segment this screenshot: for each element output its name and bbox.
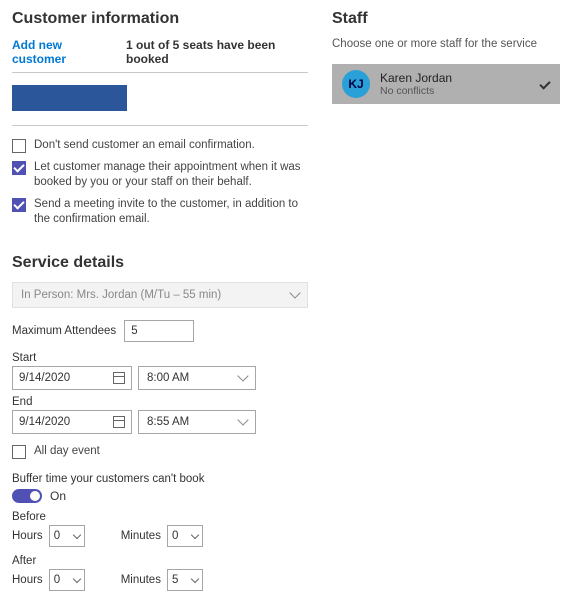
chevron-down-icon: [237, 370, 248, 381]
after-minutes-select[interactable]: 5: [167, 569, 203, 591]
all-day-label: All day event: [34, 444, 100, 460]
check-icon: [539, 78, 550, 89]
send-meeting-label: Send a meeting invite to the customer, i…: [34, 197, 308, 228]
start-label: Start: [12, 352, 308, 364]
calendar-icon: [113, 372, 125, 384]
customer-chip[interactable]: [12, 85, 127, 111]
start-date-value: 9/14/2020: [19, 372, 70, 384]
end-date-value: 9/14/2020: [19, 416, 70, 428]
divider: [12, 125, 308, 126]
end-date-input[interactable]: 9/14/2020: [12, 410, 132, 434]
chevron-down-icon: [289, 287, 300, 298]
staff-subtext: Choose one or more staff for the service: [332, 38, 560, 50]
start-date-input[interactable]: 9/14/2020: [12, 366, 132, 390]
customer-info-heading: Customer information: [12, 10, 308, 28]
staff-name: Karen Jordan: [380, 71, 530, 85]
buffer-label: Buffer time your customers can't book: [12, 473, 308, 485]
dont-send-email-label: Don't send customer an email confirmatio…: [34, 138, 255, 154]
max-attendees-label: Maximum Attendees: [12, 325, 116, 337]
let-manage-label: Let customer manage their appointment wh…: [34, 160, 308, 191]
after-label: After: [12, 555, 308, 567]
hours-label: Hours: [12, 530, 43, 542]
before-hours-value: 0: [54, 530, 60, 542]
chevron-down-icon: [191, 575, 199, 583]
chevron-down-icon: [72, 575, 80, 583]
chevron-down-icon: [237, 414, 248, 425]
after-hours-select[interactable]: 0: [49, 569, 85, 591]
all-day-checkbox[interactable]: [12, 445, 26, 459]
chevron-down-icon: [72, 531, 80, 539]
send-meeting-checkbox[interactable]: [12, 198, 26, 212]
end-label: End: [12, 396, 308, 408]
service-select-value: In Person: Mrs. Jordan (M/Tu – 55 min): [21, 289, 221, 301]
staff-heading: Staff: [332, 10, 560, 28]
minutes-label: Minutes: [121, 530, 161, 542]
dont-send-email-checkbox[interactable]: [12, 139, 26, 153]
before-label: Before: [12, 511, 308, 523]
staff-status: No conflicts: [380, 85, 530, 97]
avatar: KJ: [342, 70, 370, 98]
before-hours-select[interactable]: 0: [49, 525, 85, 547]
after-minutes-value: 5: [172, 574, 178, 586]
max-attendees-input[interactable]: 5: [124, 320, 194, 342]
max-attendees-value: 5: [131, 325, 137, 337]
service-details-heading: Service details: [12, 254, 308, 272]
calendar-icon: [113, 416, 125, 428]
start-time-value: 8:00 AM: [147, 372, 189, 384]
buffer-toggle[interactable]: [12, 489, 42, 503]
before-minutes-select[interactable]: 0: [167, 525, 203, 547]
start-time-select[interactable]: 8:00 AM: [138, 366, 256, 390]
staff-member-card[interactable]: KJ Karen Jordan No conflicts: [332, 64, 560, 104]
after-hours-value: 0: [54, 574, 60, 586]
end-time-value: 8:55 AM: [147, 416, 189, 428]
before-minutes-value: 0: [172, 530, 178, 542]
service-select[interactable]: In Person: Mrs. Jordan (M/Tu – 55 min): [12, 282, 308, 308]
hours-label: Hours: [12, 574, 43, 586]
chevron-down-icon: [191, 531, 199, 539]
let-manage-checkbox[interactable]: [12, 161, 26, 175]
divider: [12, 72, 308, 73]
minutes-label: Minutes: [121, 574, 161, 586]
add-new-customer-link[interactable]: Add new customer: [12, 38, 112, 66]
seats-booked-text: 1 out of 5 seats have been booked: [126, 38, 308, 66]
end-time-select[interactable]: 8:55 AM: [138, 410, 256, 434]
buffer-toggle-state: On: [50, 489, 66, 503]
